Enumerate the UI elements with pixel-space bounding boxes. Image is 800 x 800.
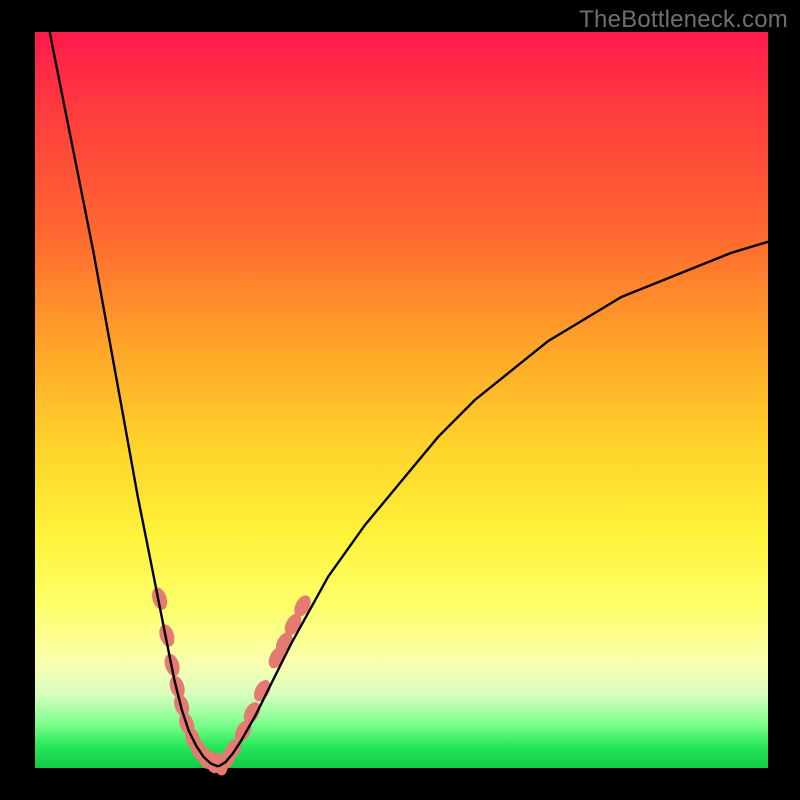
curve-left-branch <box>50 32 219 767</box>
curve-right-branch <box>218 242 768 767</box>
chart-frame: TheBottleneck.com <box>0 0 800 800</box>
chart-svg <box>0 0 800 800</box>
